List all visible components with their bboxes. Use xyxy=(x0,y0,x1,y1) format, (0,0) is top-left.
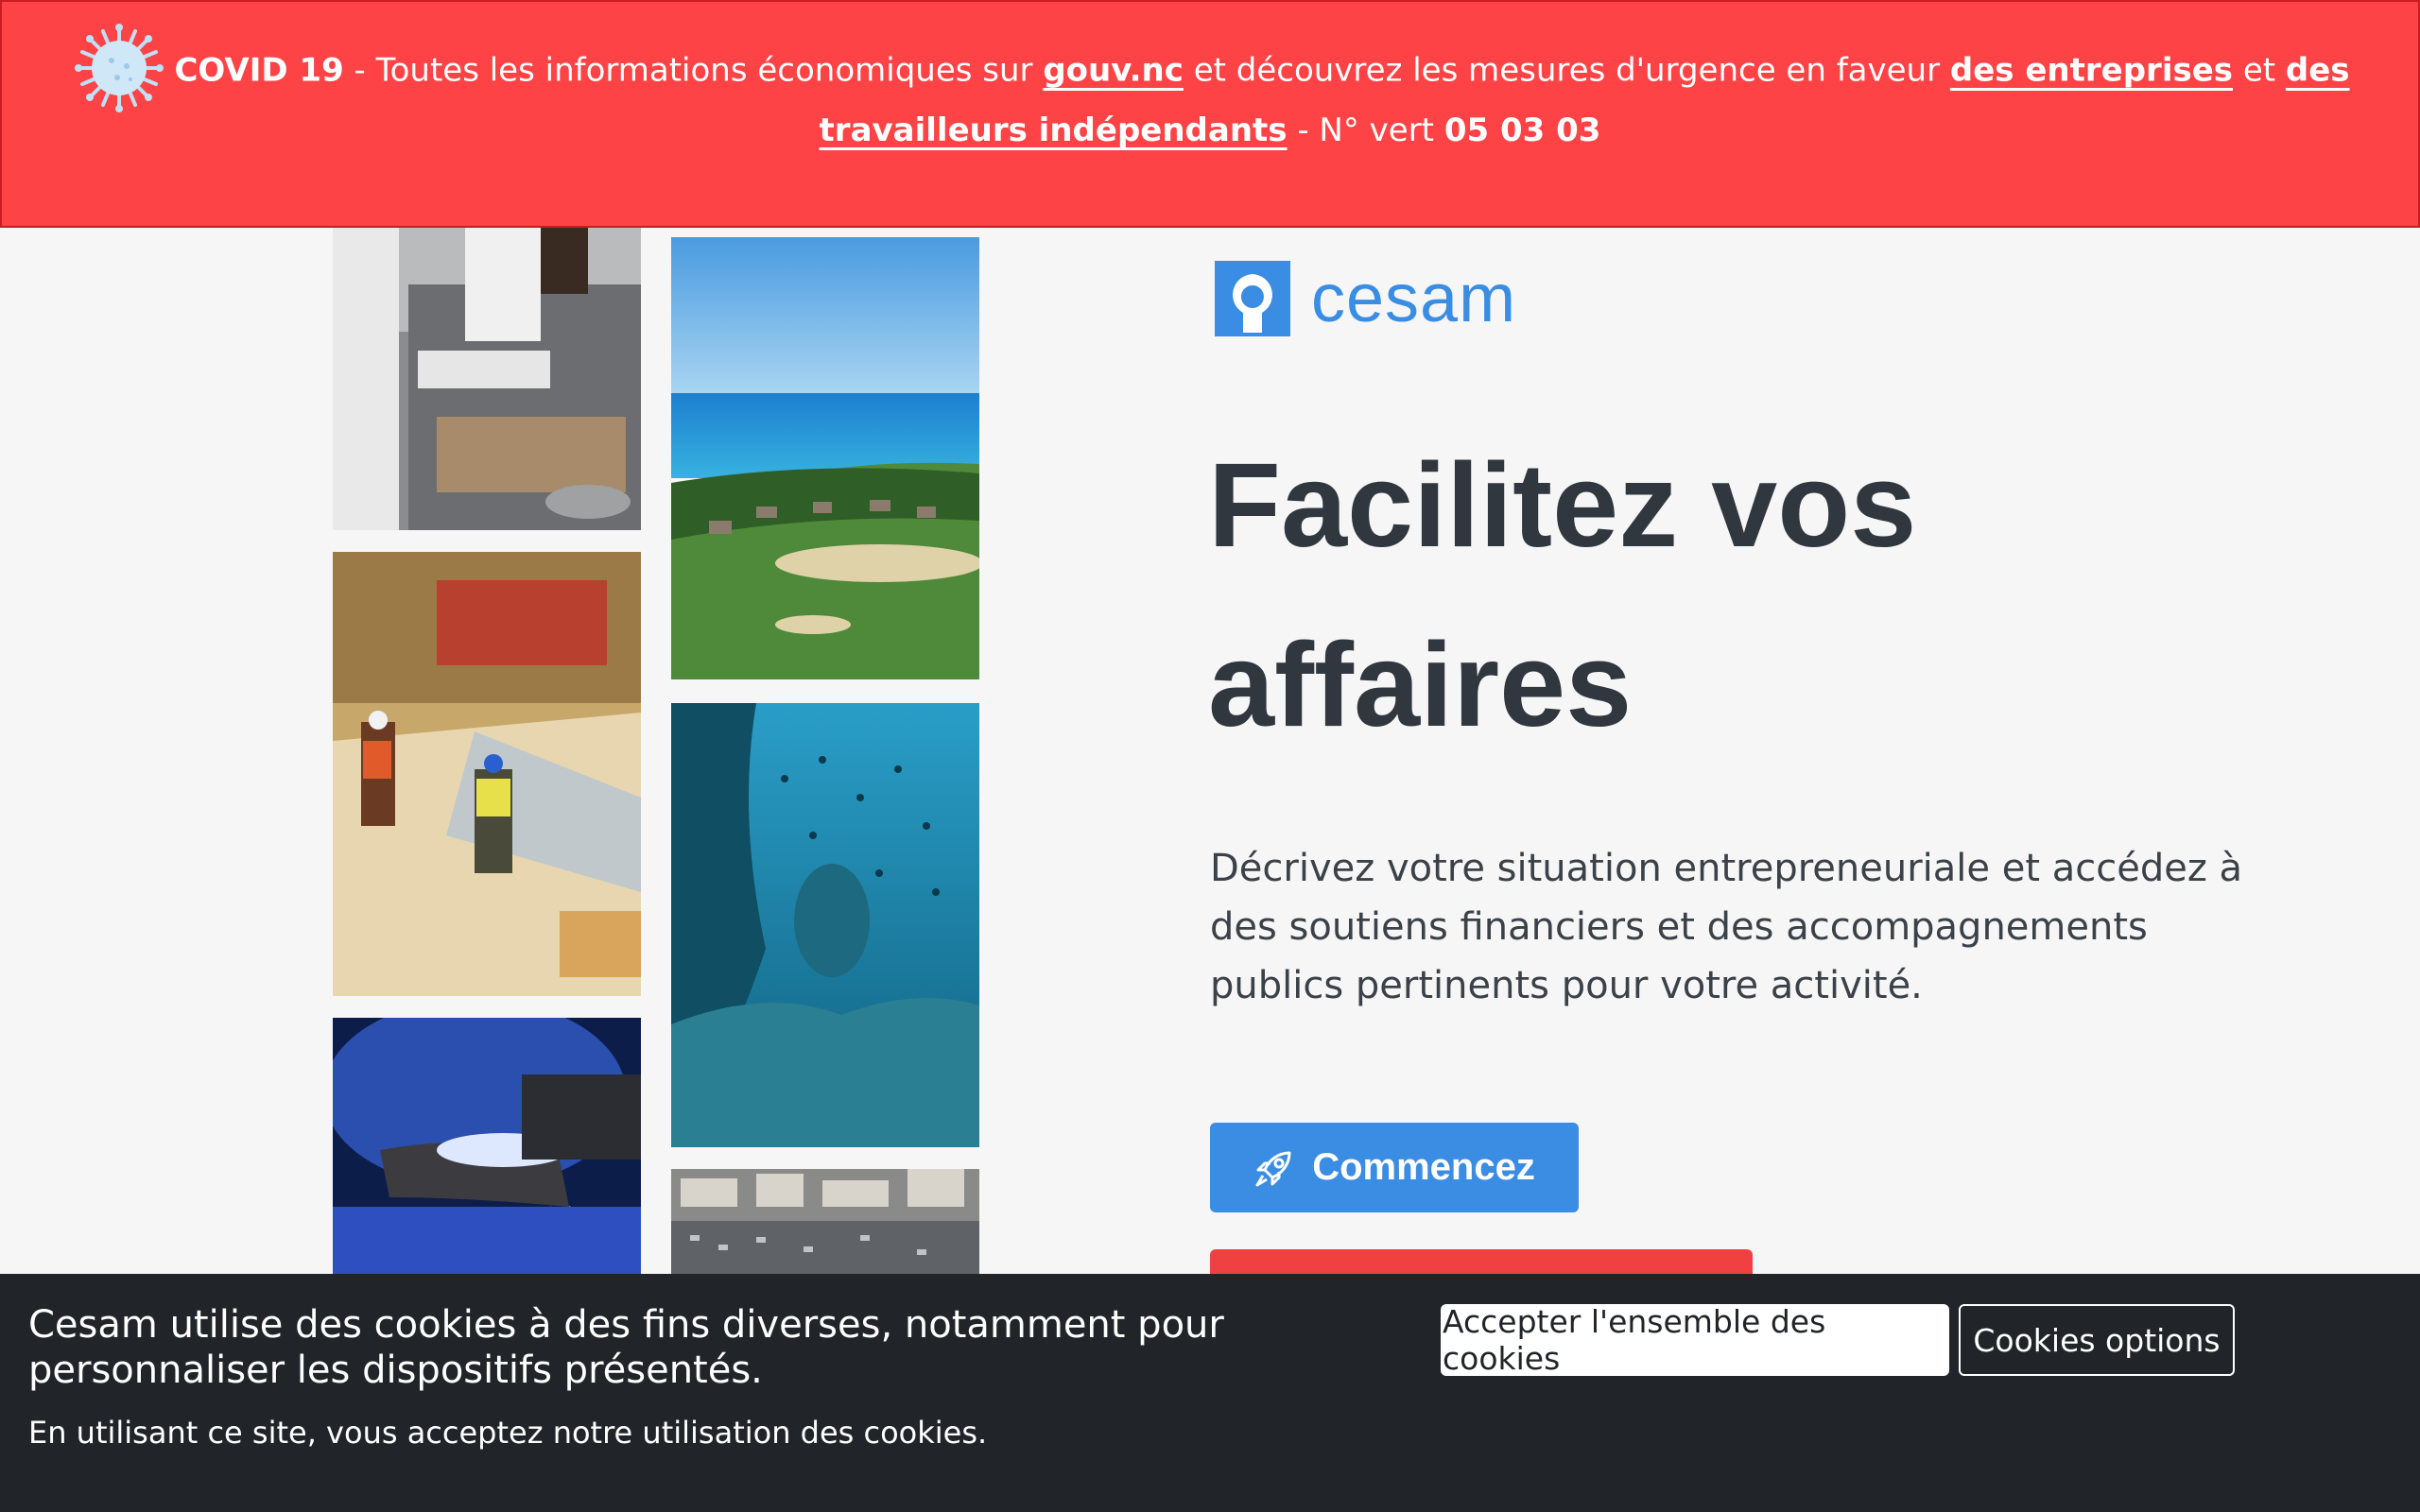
start-button-label: Commencez xyxy=(1312,1146,1535,1188)
covid-label: COVID 19 xyxy=(174,51,344,90)
hero-title-line-1: Facilitez vos xyxy=(1208,438,1917,572)
covid-text-2: et découvrez les mesures d'urgence en fa… xyxy=(1183,51,1950,90)
cookie-options-button[interactable]: Cookies options xyxy=(1959,1304,2235,1376)
covid-banner: COVID 19 - Toutes les informations écono… xyxy=(0,0,2420,228)
covid-phone: 05 03 03 xyxy=(1443,112,1601,149)
cesam-logo[interactable]: cesam xyxy=(1215,260,1516,337)
hero-title: Facilitez vos affaires xyxy=(1208,416,2248,775)
covid-banner-line-1: COVID 19 - Toutes les informations écono… xyxy=(2,23,2418,112)
hero-description: Décrivez votre situation entrepreneurial… xyxy=(1210,847,2243,1007)
gouv-nc-link[interactable]: gouv.nc xyxy=(1043,52,1184,90)
covid-text-1: - Toutes les informations économiques su… xyxy=(343,51,1044,90)
cookie-subtitle: En utilisant ce site, vous acceptez notr… xyxy=(28,1415,988,1451)
covid-banner-line-2: travailleurs indépendants - N° vert 05 0… xyxy=(2,94,2418,166)
underwater-photo xyxy=(671,703,979,1147)
kitchen-photo xyxy=(333,228,641,530)
construction-photo xyxy=(333,552,641,996)
covid-text-4: - N° vert xyxy=(1287,112,1444,149)
start-button[interactable]: Commencez xyxy=(1210,1123,1579,1212)
entreprises-link[interactable]: des entreprises xyxy=(1950,52,2233,90)
cookie-title: Cesam utilise des cookies à des fins div… xyxy=(28,1303,1224,1392)
rocket-icon xyxy=(1253,1147,1295,1189)
travailleurs-link-part-1[interactable]: des xyxy=(2286,52,2350,90)
accept-cookies-button[interactable]: Accepter l'ensemble des cookies xyxy=(1441,1303,1949,1377)
city-photo xyxy=(671,1169,979,1274)
hero-title-line-2: affaires xyxy=(1208,618,1633,751)
cesam-logo-icon xyxy=(1215,261,1290,336)
coast-golf-photo xyxy=(671,237,979,679)
covid-text-3: et xyxy=(2233,51,2286,90)
logo-text: cesam xyxy=(1311,261,1517,336)
travailleurs-link-part-2[interactable]: travailleurs indépendants xyxy=(820,112,1288,149)
welding-photo xyxy=(333,1018,641,1274)
